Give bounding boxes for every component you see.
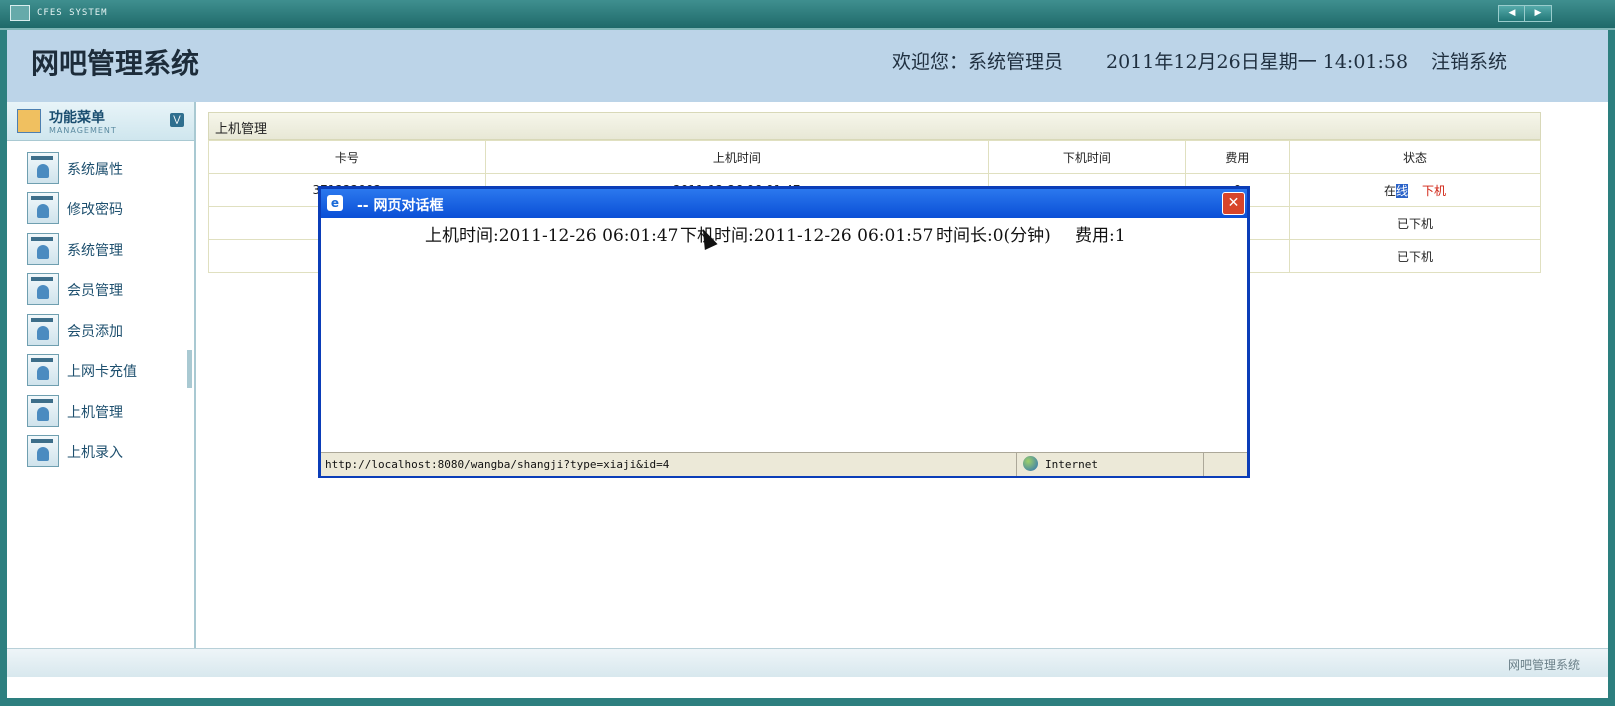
web-dialog: e -- 网页对话框 ✕ 上机时间:2011-12-26 06:01:47 下机… — [318, 186, 1250, 478]
close-button[interactable]: ✕ — [1222, 192, 1245, 215]
sidebar-item-member-add[interactable]: 会员添加 — [27, 314, 187, 346]
user-icon — [27, 152, 59, 184]
sidebar-item-card-recharge[interactable]: 上网卡充值 — [27, 354, 187, 386]
window-frame-bottom — [0, 698, 1615, 706]
ie-icon: e — [327, 195, 343, 211]
user-icon — [27, 273, 59, 305]
dialog-body: 上机时间:2011-12-26 06:01:47 下机时间:2011-12-26… — [321, 218, 1247, 452]
welcome-text: 欢迎您：系统管理员 — [892, 51, 1064, 73]
menu-subtitle: MANAGEMENT — [49, 126, 117, 135]
cell-status: 已下机 — [1289, 206, 1541, 240]
column-header: 卡号 — [208, 140, 486, 174]
sidebar-splitter[interactable] — [187, 350, 192, 388]
left-arrow-icon[interactable]: ◀ — [1498, 5, 1526, 22]
datetime-text: 2011年12月26日星期一 14:01:58 — [1106, 51, 1409, 73]
sidebar-item-system-properties[interactable]: 系统属性 — [27, 152, 187, 184]
collapse-icon[interactable]: ⋁ — [170, 113, 184, 127]
zone-label: Internet — [1045, 458, 1098, 471]
sidebar-item-label: 会员添加 — [67, 324, 123, 340]
status-url: http://localhost:8080/wangba/shangji?typ… — [325, 458, 670, 471]
system-name: CFES SYSTEM — [37, 8, 108, 18]
globe-icon — [1023, 456, 1038, 471]
sidebar-item-session-entry[interactable]: 上机录入 — [27, 435, 187, 467]
sidebar-item-member-management[interactable]: 会员管理 — [27, 273, 187, 305]
user-icon — [27, 192, 59, 224]
menu-folder-icon — [17, 109, 41, 133]
user-icon — [27, 354, 59, 386]
dialog-statusbar: http://localhost:8080/wangba/shangji?typ… — [321, 452, 1247, 476]
app-header: 网吧管理系统 欢迎您：系统管理员 2011年12月26日星期一 14:01:58… — [7, 30, 1608, 102]
column-header: 状态 — [1289, 140, 1541, 174]
user-icon — [27, 395, 59, 427]
sidebar-item-change-password[interactable]: 修改密码 — [27, 192, 187, 224]
dialog-titlebar: e -- 网页对话框 ✕ — [321, 189, 1247, 218]
sidebar-item-label: 会员管理 — [67, 283, 123, 299]
bottom-bar: 网吧管理系统 — [7, 648, 1608, 677]
duration-text: 时间长:0(分钟) — [936, 226, 1051, 246]
monitor-icon — [10, 5, 30, 21]
menu-header: 功能菜单 MANAGEMENT ⋁ — [7, 102, 194, 141]
window-titlebar: CFES SYSTEM ◀ ▶ — [0, 0, 1615, 30]
cell-status: 在线 下机 — [1289, 173, 1541, 207]
app-title: 网吧管理系统 — [31, 47, 200, 80]
column-header: 上机时间 — [484, 140, 989, 174]
table-header-row: 卡号 上机时间 下机时间 费用 状态 — [208, 140, 1541, 174]
sidebar-item-label: 系统属性 — [67, 162, 123, 178]
cell-status: 已下机 — [1289, 239, 1541, 273]
logoff-link[interactable]: 下机 — [1422, 184, 1446, 198]
window-frame-right — [1608, 30, 1615, 706]
column-header: 下机时间 — [987, 140, 1186, 174]
sidebar-item-session-management[interactable]: 上机管理 — [27, 395, 187, 427]
column-header: 费用 — [1184, 140, 1291, 174]
status-text-selected: 线 — [1396, 183, 1409, 198]
start-time-text: 上机时间:2011-12-26 06:01:47 — [425, 226, 679, 246]
right-arrow-icon[interactable]: ▶ — [1524, 5, 1552, 22]
user-icon — [27, 435, 59, 467]
menu-title: 功能菜单 — [49, 110, 105, 126]
window-frame-left — [0, 30, 7, 706]
sidebar-item-label: 上机录入 — [67, 445, 123, 461]
panel-header: 上机管理 — [208, 112, 1541, 140]
footer-text: 网吧管理系统 — [1507, 658, 1580, 672]
sidebar-item-label: 上网卡充值 — [67, 364, 137, 380]
dialog-title: -- 网页对话框 — [357, 198, 444, 214]
security-zone: Internet — [1016, 453, 1204, 476]
fee-text: 费用:1 — [1075, 226, 1126, 246]
sidebar-item-label: 上机管理 — [67, 405, 123, 421]
sidebar-item-label: 修改密码 — [67, 202, 123, 218]
user-icon — [27, 314, 59, 346]
sidebar-item-system-management[interactable]: 系统管理 — [27, 233, 187, 265]
sidebar: 功能菜单 MANAGEMENT ⋁ 系统属性 修改密码 系统管理 会员管理 会员… — [7, 102, 196, 668]
status-text: 在 — [1383, 183, 1396, 198]
sidebar-item-label: 系统管理 — [67, 243, 123, 259]
user-icon — [27, 233, 59, 265]
panel-title: 上机管理 — [215, 122, 268, 137]
logout-link[interactable]: 注销系统 — [1431, 47, 1507, 74]
end-time-text: 下机时间:2011-12-26 06:01:57 — [680, 226, 934, 246]
